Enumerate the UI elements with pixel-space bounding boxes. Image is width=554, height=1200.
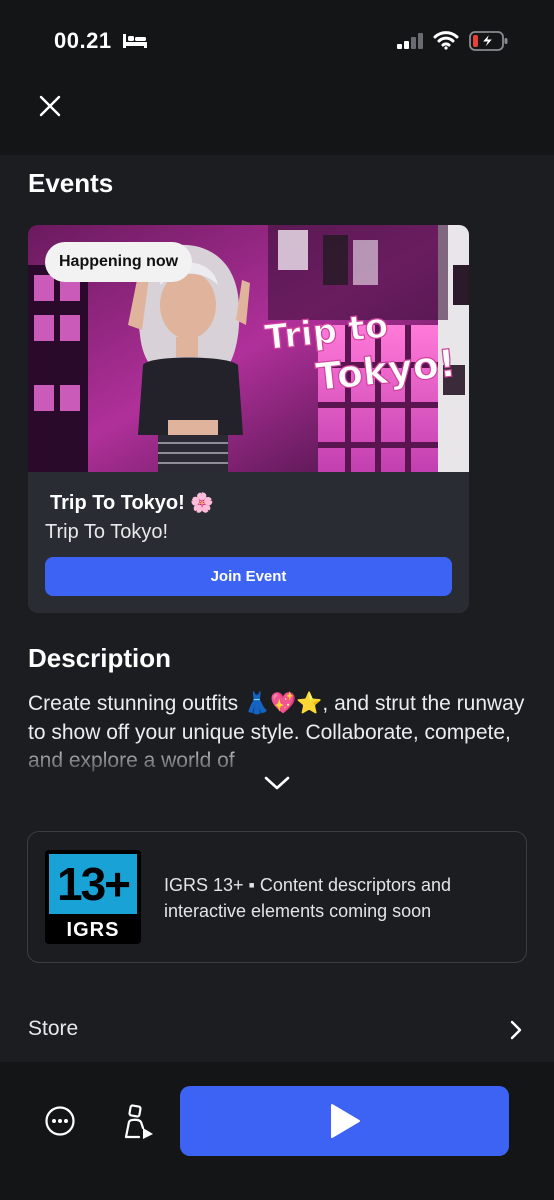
igrs-badge-icon: 13+ IGRS [45,850,141,944]
bed-icon [123,34,147,48]
close-button[interactable] [34,90,66,122]
play-button[interactable] [180,1086,509,1156]
store-row[interactable]: Store [0,1005,554,1055]
top-bar [0,80,554,155]
age-rating-box: 13+ IGRS IGRS 13+ ▪ Content descriptors … [27,831,527,963]
signal-icon [397,33,423,49]
event-subtitle: Trip To Tokyo! [45,521,169,543]
rating-description: IGRS 13+ ▪ Content descriptors and inter… [164,875,452,921]
status-time: 00.21 [54,28,112,53]
happening-now-badge: Happening now [45,242,193,282]
avatar-button[interactable] [121,1104,155,1140]
store-label: Store [28,1017,79,1040]
battery-charging-icon [469,31,508,51]
cherry-blossom-icon: 🌸 [190,493,215,514]
join-event-button[interactable]: Join Event [45,557,452,596]
chevron-right-icon [510,1020,522,1040]
expand-description-button[interactable] [262,772,292,794]
igrs-badge-number: 13+ [49,854,137,914]
event-title: Trip To Tokyo! 🌸 [50,491,214,515]
event-title-text: Trip To Tokyo! [50,492,185,514]
more-options-button[interactable] [44,1105,76,1137]
description-heading: Description [28,643,172,673]
close-icon [39,95,61,117]
igrs-badge-label: IGRS [66,918,120,941]
more-icon [45,1106,75,1136]
status-bar: 00.21 [0,0,554,80]
events-heading: Events [28,168,114,198]
wifi-icon [433,31,459,50]
avatar-play-icon [124,1104,153,1139]
event-card[interactable]: Trip to Tokyo! Happening now Trip To Tok… [28,225,469,613]
chevron-down-icon [264,776,290,790]
play-icon [330,1104,360,1138]
